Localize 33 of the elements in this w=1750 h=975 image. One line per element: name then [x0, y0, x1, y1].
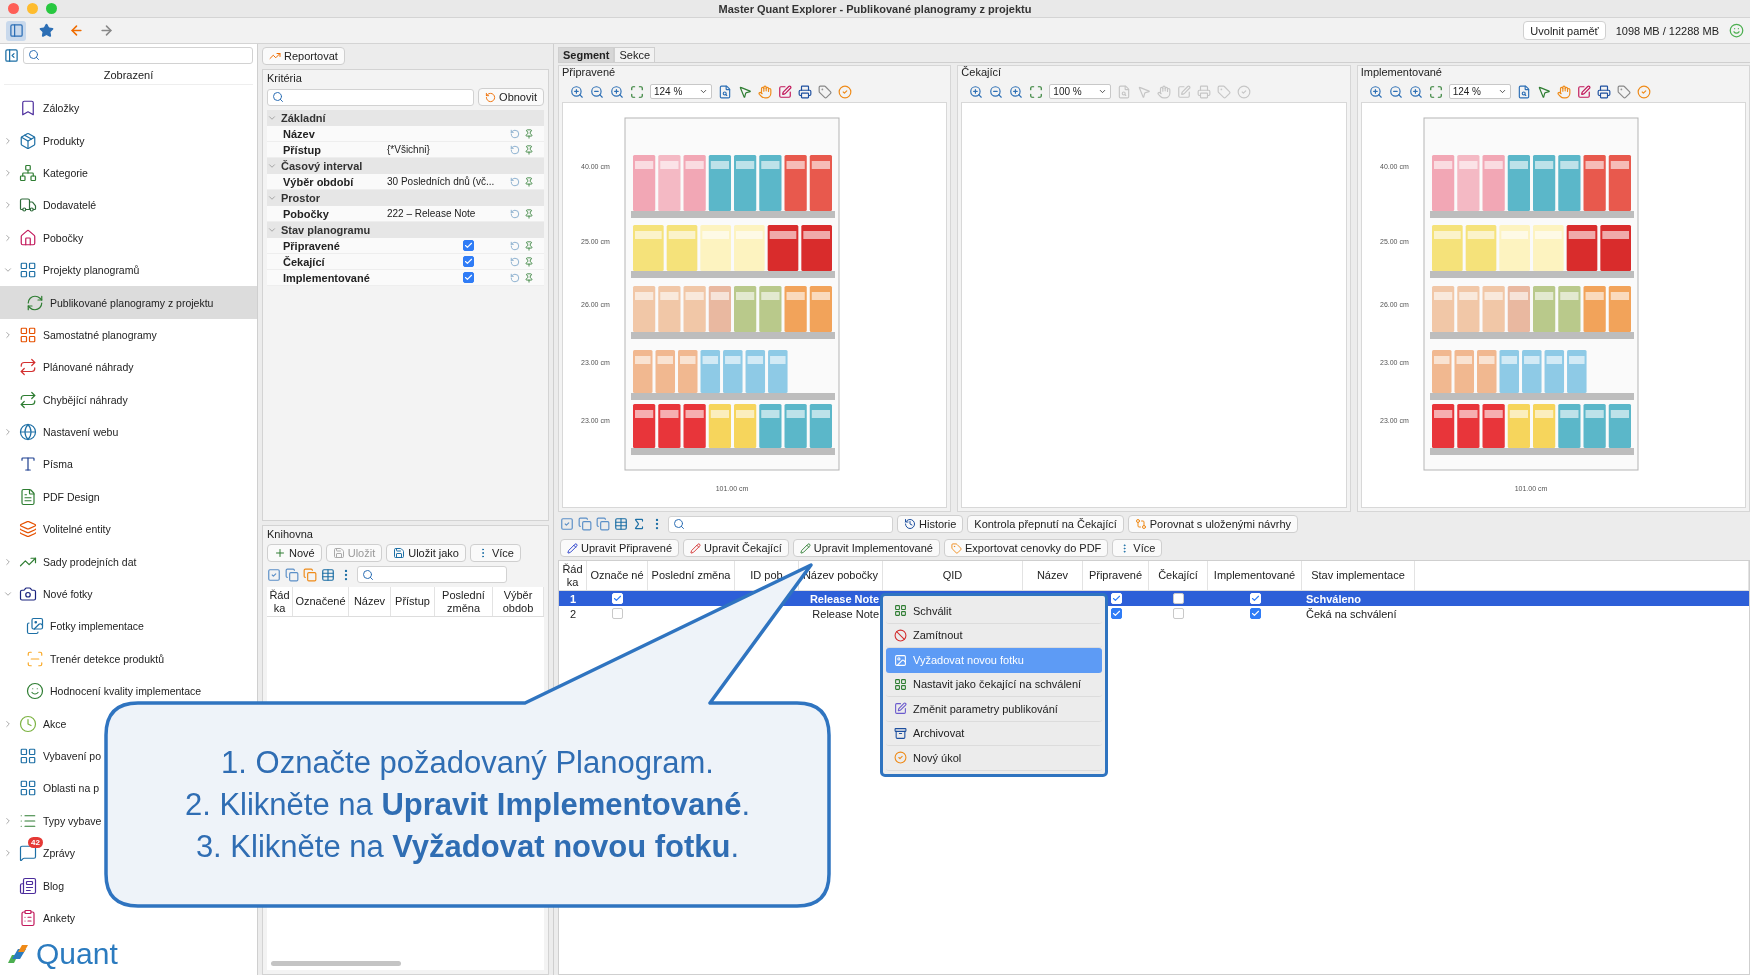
property-value: 30 Posledních dnů (vč... [387, 176, 496, 187]
table-cell-text: Schváleno [1305, 591, 1363, 606]
property-value: 222 – Release Note [387, 208, 477, 219]
property-label: Implementované [283, 271, 371, 284]
table-cell-text: Čeká na schválení [1305, 606, 1398, 621]
property-label: Přístup [283, 143, 322, 156]
viewer-title: Čekající [961, 66, 1003, 80]
viewer-title: Implementované [1360, 66, 1443, 80]
property-label: Výběr období [283, 175, 355, 188]
property-label: Čekající [283, 255, 326, 268]
callout-text: 3. Klikněte na Vyžadovat novou fotku. [195, 828, 740, 865]
criteria-title: Kritéria [267, 72, 303, 84]
table-cell-text: 2 [568, 606, 578, 621]
group-label: Časový interval [281, 160, 363, 172]
viewer-title: Připravené [562, 66, 617, 80]
notification-badge: 42 [28, 837, 43, 849]
callout-text: 1. Označte požadovaný Planogram. [221, 744, 714, 781]
callout-text: 2. Klikněte na Upravit Implementované. [184, 786, 751, 823]
table-cell-text: Release Note [811, 606, 880, 621]
property-label: Připravené [283, 239, 341, 252]
group-label: Stav planogramu [281, 224, 371, 236]
group-label: Prostor [281, 192, 321, 204]
memory-usage: 1098 MB / 12288 MB [1615, 24, 1719, 37]
property-value: {*Všichni} [387, 144, 431, 155]
table-cell-text: 1 [568, 591, 578, 606]
library-title: Knihovna [267, 528, 314, 540]
window-title: Master Quant Explorer - Publikované planogramy z projektu [717, 2, 1033, 15]
property-label: Pobočky [283, 207, 330, 220]
table-cell-text: Release Note [808, 591, 880, 606]
sidebar-heading: Zobrazení [4, 66, 253, 85]
group-label: Základní [281, 112, 326, 124]
logo-text: Quant [36, 937, 118, 971]
property-label: Název [283, 127, 316, 140]
